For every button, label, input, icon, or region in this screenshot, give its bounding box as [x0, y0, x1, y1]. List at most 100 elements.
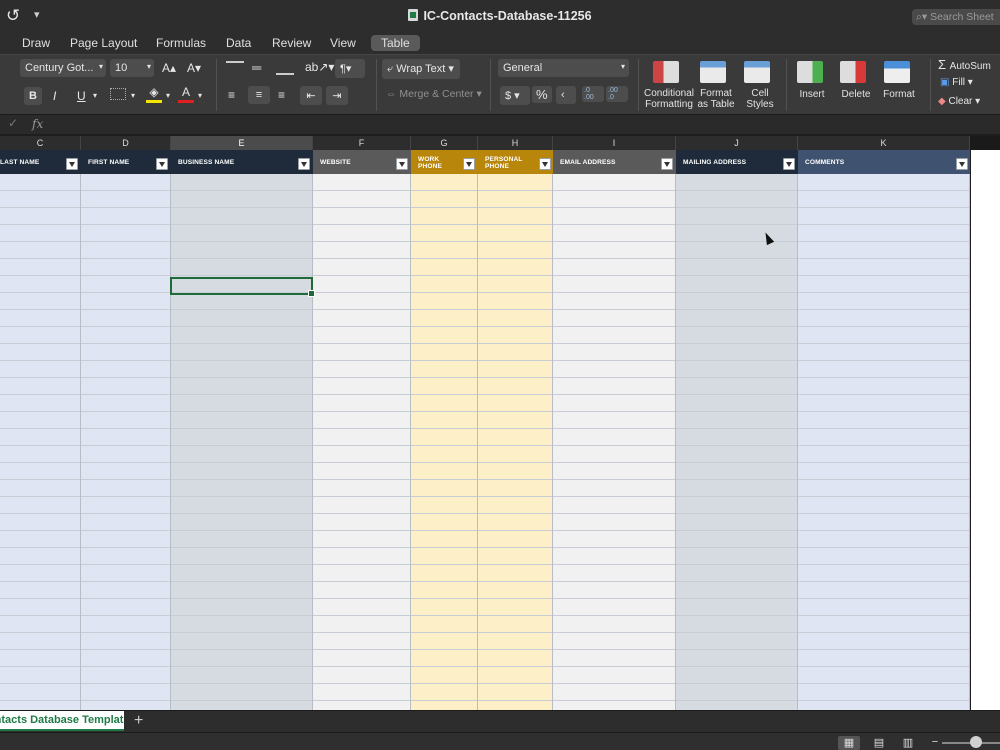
- merge-center-button[interactable]: ⇔ Merge & Center ▾: [386, 88, 482, 100]
- align-center-icon[interactable]: ≡: [248, 86, 270, 104]
- filter-dropdown-icon[interactable]: [783, 158, 795, 170]
- column-header-c[interactable]: C: [0, 136, 81, 150]
- tab-data[interactable]: Data: [216, 35, 261, 51]
- worksheet-grid[interactable]: LAST NAME FIRST NAME BUSINESS NAME WEBSI…: [0, 150, 970, 710]
- column-h[interactable]: [478, 150, 553, 710]
- column-k[interactable]: [798, 150, 970, 710]
- delete-label[interactable]: Delete: [838, 89, 874, 100]
- align-top-icon[interactable]: [226, 61, 244, 75]
- font-size-select[interactable]: 10 ▾: [110, 59, 154, 77]
- autosum-label: AutoSum: [949, 61, 991, 72]
- sigma-icon: Σ: [938, 57, 950, 72]
- status-bar: ▦ ▤ ▥ −: [0, 732, 1000, 750]
- chevron-down-icon[interactable]: ▾: [166, 91, 170, 100]
- filter-dropdown-icon[interactable]: [539, 158, 551, 170]
- selected-cell[interactable]: [170, 277, 315, 297]
- format-as-table-icon[interactable]: [700, 61, 726, 83]
- clear-button[interactable]: ◆ Clear ▾: [938, 96, 980, 107]
- tab-table[interactable]: Table: [371, 35, 420, 51]
- filter-dropdown-icon[interactable]: [396, 158, 408, 170]
- wrap-text-button[interactable]: ⤶ Wrap Text ▾: [382, 59, 460, 79]
- grow-font-button[interactable]: A▴: [162, 61, 176, 75]
- normal-view-icon[interactable]: ▦: [838, 736, 860, 750]
- insert-cells-icon[interactable]: [797, 61, 823, 83]
- cell-styles-label[interactable]: Cell Styles: [740, 88, 780, 110]
- align-left-icon[interactable]: ≡: [228, 88, 235, 102]
- increase-indent-icon[interactable]: ⇥: [326, 86, 348, 105]
- conditional-formatting-label[interactable]: Conditional Formatting: [643, 88, 695, 110]
- column-header-i[interactable]: I: [553, 136, 676, 150]
- column-d[interactable]: [81, 150, 171, 710]
- add-sheet-icon[interactable]: +: [134, 712, 143, 730]
- tab-view[interactable]: View: [320, 35, 366, 51]
- comma-style-button[interactable]: ‹: [556, 86, 576, 104]
- format-label[interactable]: Format: [879, 89, 919, 100]
- zoom-slider-thumb[interactable]: [970, 736, 982, 748]
- column-header-e[interactable]: E: [171, 136, 313, 150]
- currency-button[interactable]: $ ▾: [500, 86, 530, 105]
- column-f[interactable]: [313, 150, 411, 710]
- document-title: IC-Contacts-Database-11256: [0, 9, 1000, 23]
- percent-button[interactable]: %: [532, 86, 552, 103]
- shrink-font-button[interactable]: A▾: [187, 61, 201, 75]
- autosum-button[interactable]: Σ AutoSum: [938, 57, 991, 72]
- filter-dropdown-icon[interactable]: [156, 158, 168, 170]
- filter-dropdown-icon[interactable]: [463, 158, 475, 170]
- delete-cells-icon[interactable]: [840, 61, 866, 83]
- page-layout-view-icon[interactable]: ▤: [868, 736, 890, 750]
- column-header-g[interactable]: G: [411, 136, 478, 150]
- decrease-decimal-icon[interactable]: .00.0: [606, 86, 628, 102]
- filter-dropdown-icon[interactable]: [661, 158, 673, 170]
- column-j[interactable]: [676, 150, 798, 710]
- underline-button[interactable]: U: [77, 89, 86, 103]
- column-header-k[interactable]: K: [798, 136, 970, 150]
- align-middle-icon[interactable]: ═: [252, 60, 261, 75]
- column-c[interactable]: [0, 150, 81, 710]
- function-icon[interactable]: fx: [32, 117, 43, 131]
- cell-styles-icon[interactable]: [744, 61, 770, 83]
- align-bottom-icon[interactable]: [276, 61, 294, 75]
- align-right-icon[interactable]: ≡: [278, 88, 285, 102]
- italic-button[interactable]: I: [53, 89, 56, 103]
- number-format-select[interactable]: General ▾: [498, 59, 629, 77]
- column-g[interactable]: [411, 150, 478, 710]
- tab-draw[interactable]: Draw: [12, 35, 60, 51]
- formula-input[interactable]: [52, 117, 992, 133]
- page-break-view-icon[interactable]: ▥: [897, 736, 919, 750]
- format-as-table-label[interactable]: Format as Table: [694, 88, 738, 110]
- sheet-tab-label: Contacts Database Template: [0, 714, 124, 726]
- column-header-j[interactable]: J: [676, 136, 798, 150]
- conditional-formatting-icon[interactable]: [653, 61, 679, 83]
- search-icon: ⌕▾: [916, 11, 931, 23]
- chevron-down-icon[interactable]: ▾: [198, 91, 202, 100]
- insert-label[interactable]: Insert: [794, 89, 830, 100]
- column-header-f[interactable]: F: [313, 136, 411, 150]
- borders-icon[interactable]: [110, 88, 126, 100]
- fill-button[interactable]: ▣ Fill ▾: [940, 77, 973, 88]
- fill-color-icon[interactable]: ◈: [146, 85, 162, 103]
- tab-formulas[interactable]: Formulas: [146, 35, 216, 51]
- column-i[interactable]: [553, 150, 676, 710]
- tab-page-layout[interactable]: Page Layout: [60, 35, 147, 51]
- text-direction-icon[interactable]: ¶▾: [335, 59, 365, 78]
- column-header-d[interactable]: D: [81, 136, 171, 150]
- tab-review[interactable]: Review: [262, 35, 321, 51]
- decrease-indent-icon[interactable]: ⇤: [300, 86, 322, 105]
- filter-dropdown-icon[interactable]: [298, 158, 310, 170]
- sheet-tab-contacts[interactable]: Contacts Database Template: [0, 711, 124, 731]
- sheet-empty-area[interactable]: [970, 150, 1000, 710]
- chevron-down-icon[interactable]: ▾: [131, 91, 135, 100]
- filter-dropdown-icon[interactable]: [956, 158, 968, 170]
- bold-button[interactable]: B: [24, 87, 42, 105]
- font-name-select[interactable]: Century Got... ▾: [20, 59, 106, 77]
- increase-decimal-icon[interactable]: .0.00: [582, 86, 604, 102]
- format-cells-icon[interactable]: [884, 61, 910, 83]
- column-e[interactable]: [171, 150, 313, 710]
- font-size-value: 10: [115, 62, 128, 74]
- orientation-icon[interactable]: ab↗▾: [305, 60, 334, 74]
- chevron-down-icon[interactable]: ▾: [93, 91, 97, 100]
- column-header-h[interactable]: H: [478, 136, 553, 150]
- filter-dropdown-icon[interactable]: [66, 158, 78, 170]
- search-sheet-input[interactable]: ⌕▾ Search Sheet: [912, 9, 1000, 25]
- font-color-icon[interactable]: A: [178, 85, 194, 103]
